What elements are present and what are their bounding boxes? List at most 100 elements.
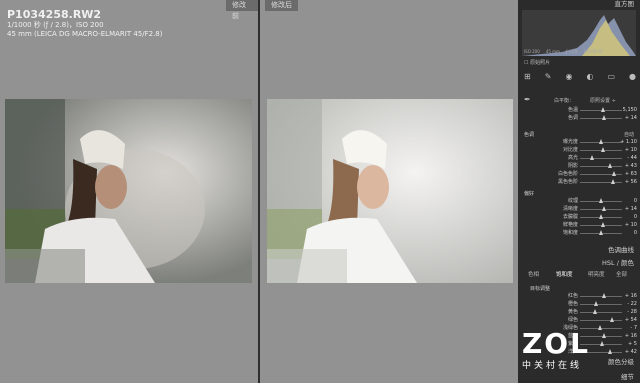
slider-row[interactable]: 对比度 + 10 bbox=[518, 146, 640, 154]
detail-header[interactable]: 细节 bbox=[518, 373, 640, 382]
slider-value[interactable]: + 14 bbox=[625, 205, 637, 213]
slider-track[interactable] bbox=[580, 312, 622, 313]
before-label: 修改前 bbox=[226, 0, 258, 20]
slider-track[interactable] bbox=[580, 166, 622, 167]
slider-knob[interactable] bbox=[599, 230, 603, 235]
slider-knob[interactable] bbox=[593, 309, 598, 314]
slider-value[interactable]: + 10 bbox=[625, 146, 637, 154]
slider-knob[interactable] bbox=[601, 147, 606, 152]
slider-knob[interactable] bbox=[599, 214, 603, 219]
slider-row[interactable]: 色调 + 14 bbox=[518, 114, 640, 122]
hsl-tab-all[interactable]: 全部 bbox=[616, 270, 627, 278]
after-photo[interactable] bbox=[267, 99, 513, 283]
slider-value[interactable]: - 28 bbox=[627, 308, 637, 316]
slider-row[interactable]: 色温 5,150 bbox=[518, 106, 640, 114]
slider-value[interactable]: - 7 bbox=[630, 324, 637, 332]
wb-eyedropper-icon[interactable]: ✒ bbox=[524, 96, 531, 104]
slider-value[interactable]: + 63 bbox=[625, 170, 637, 178]
slider-knob[interactable] bbox=[612, 171, 617, 176]
gradient-icon[interactable]: ▭ bbox=[607, 73, 615, 83]
brush-icon[interactable]: ● bbox=[629, 73, 636, 83]
slider-value[interactable]: 0 bbox=[634, 197, 637, 205]
slider-value[interactable]: - 44 bbox=[627, 154, 637, 162]
slider-label: 去朦胧 bbox=[562, 214, 578, 220]
slider-row[interactable]: 橙色 - 22 bbox=[518, 300, 640, 308]
hsl-tab-hue[interactable]: 色相 bbox=[528, 270, 539, 278]
histogram: ISO 200 45 mm ƒ / 2.8 1/1000 秒 bbox=[522, 10, 636, 56]
slider-track[interactable] bbox=[580, 296, 622, 297]
slider-row[interactable]: 绿色 + 54 bbox=[518, 316, 640, 324]
slider-row[interactable]: 白色色阶 + 63 bbox=[518, 170, 640, 178]
slider-knob[interactable] bbox=[602, 333, 607, 338]
hsl-tab-saturation[interactable]: 饱和度 bbox=[556, 270, 573, 278]
slider-value[interactable]: + 43 bbox=[625, 162, 637, 170]
slider-track[interactable] bbox=[580, 182, 622, 183]
tool-strip: ⊞ ✎ ◉ ◐ ▭ ● bbox=[524, 73, 636, 83]
slider-knob[interactable] bbox=[601, 115, 606, 120]
slider-label: 清晰度 bbox=[562, 206, 578, 212]
slider-row[interactable]: 高光 - 44 bbox=[518, 154, 640, 162]
slider-track[interactable] bbox=[580, 158, 622, 159]
slider-label: 对比度 bbox=[562, 147, 578, 153]
hsl-tab-luminance[interactable]: 明亮度 bbox=[588, 270, 605, 278]
hsl-target-label[interactable]: 目标调整 bbox=[530, 285, 550, 292]
slider-knob[interactable] bbox=[599, 198, 603, 203]
heal-icon[interactable]: ✎ bbox=[545, 73, 552, 83]
tone-auto-button[interactable]: 自动 bbox=[624, 131, 634, 138]
original-photo-checkbox[interactable]: ☐ 原始照片 bbox=[524, 59, 550, 66]
slider-value[interactable]: + 16 bbox=[625, 332, 637, 340]
tone-curve-header[interactable]: 色调曲线 bbox=[518, 246, 640, 255]
slider-value[interactable]: 0 bbox=[634, 213, 637, 221]
hsl-header[interactable]: HSL / 颜色 bbox=[518, 259, 640, 268]
slider-knob[interactable] bbox=[601, 107, 606, 112]
slider-row[interactable]: 黄色 - 28 bbox=[518, 308, 640, 316]
slider-value[interactable]: + 5 bbox=[628, 340, 637, 348]
histogram-header[interactable]: 直方图 bbox=[518, 0, 640, 9]
slider-row[interactable]: 饱和度 0 bbox=[518, 229, 640, 237]
watermark-logo: ZOL 中关村在线 bbox=[522, 327, 590, 372]
slider-knob[interactable] bbox=[610, 317, 615, 322]
slider-row[interactable]: 阴影 + 43 bbox=[518, 162, 640, 170]
mask-icon[interactable]: ◐ bbox=[586, 73, 593, 83]
slider-value[interactable]: + 14 bbox=[625, 114, 637, 122]
crop-icon[interactable]: ⊞ bbox=[524, 73, 531, 83]
slider-track[interactable] bbox=[580, 304, 622, 305]
slider-label: 白色色阶 bbox=[557, 171, 578, 177]
slider-row[interactable]: 黑色色阶 + 56 bbox=[518, 178, 640, 186]
slider-knob[interactable] bbox=[602, 293, 607, 298]
slider-row[interactable]: 清晰度 + 14 bbox=[518, 205, 640, 213]
slider-value[interactable]: + 1.10 bbox=[620, 138, 637, 146]
slider-value[interactable]: 5,150 bbox=[623, 106, 637, 114]
slider-label: 黑色色阶 bbox=[557, 179, 578, 185]
slider-knob[interactable] bbox=[597, 325, 602, 330]
slider-knob[interactable] bbox=[594, 301, 599, 306]
slider-value[interactable]: + 42 bbox=[625, 348, 637, 356]
slider-knob[interactable] bbox=[599, 139, 604, 144]
slider-knob[interactable] bbox=[600, 341, 605, 346]
slider-knob[interactable] bbox=[608, 163, 613, 168]
slider-knob[interactable] bbox=[607, 349, 612, 354]
slider-value[interactable]: + 10 bbox=[625, 221, 637, 229]
slider-label: 纹理 bbox=[567, 198, 578, 204]
slider-row[interactable]: 曝光度 + 1.10 bbox=[518, 138, 640, 146]
slider-row[interactable]: 红色 + 16 bbox=[518, 292, 640, 300]
slider-value[interactable]: + 16 bbox=[625, 292, 637, 300]
slider-knob[interactable] bbox=[610, 179, 615, 184]
before-photo[interactable] bbox=[5, 99, 252, 283]
slider-knob[interactable] bbox=[601, 222, 606, 227]
slider-value[interactable]: - 22 bbox=[627, 300, 637, 308]
slider-knob[interactable] bbox=[589, 155, 594, 160]
redeye-icon[interactable]: ◉ bbox=[565, 73, 572, 83]
develop-panel: 直方图 ISO 200 45 mm ƒ / 2.8 1/1000 秒 ☐ 原始照… bbox=[518, 0, 640, 383]
slider-track[interactable] bbox=[580, 320, 622, 321]
slider-row[interactable]: 去朦胧 0 bbox=[518, 213, 640, 221]
slider-value[interactable]: 0 bbox=[634, 229, 637, 237]
slider-row[interactable]: 鲜艳度 + 10 bbox=[518, 221, 640, 229]
wb-select[interactable]: 原照设置 ÷ bbox=[590, 97, 616, 104]
slider-value[interactable]: + 56 bbox=[625, 178, 637, 186]
slider-knob[interactable] bbox=[601, 206, 606, 211]
slider-label: 绿色 bbox=[567, 317, 578, 323]
slider-value[interactable]: + 54 bbox=[625, 316, 637, 324]
slider-label: 红色 bbox=[567, 293, 578, 299]
slider-row[interactable]: 纹理 0 bbox=[518, 197, 640, 205]
